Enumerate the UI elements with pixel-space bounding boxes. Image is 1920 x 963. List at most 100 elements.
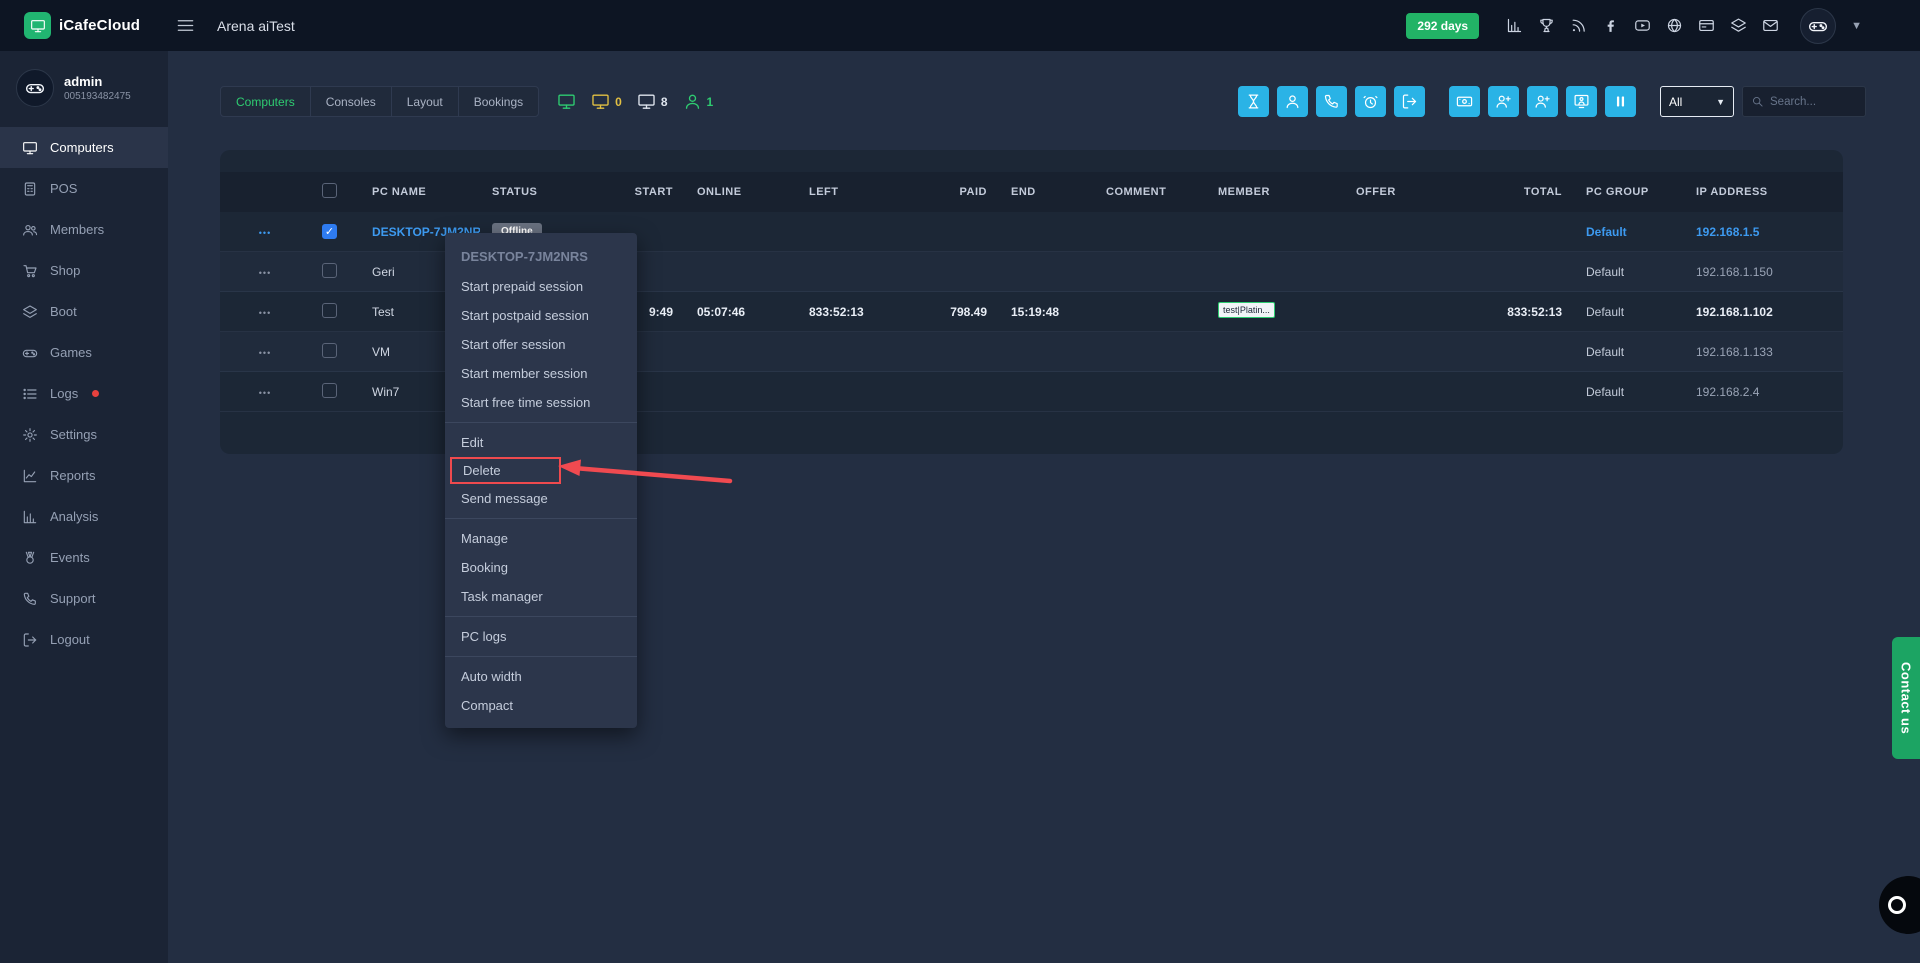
row-checkbox[interactable] [322,263,337,278]
user-session-button[interactable] [1277,86,1308,117]
context-menu-item-compact[interactable]: Compact [445,691,637,720]
search-box[interactable] [1742,86,1866,117]
cell-pc-group[interactable]: Default [1574,265,1684,279]
add-member-button[interactable] [1488,86,1519,117]
cell-ip: 192.168.1.133 [1684,345,1843,359]
row-menu-button[interactable]: ••• [259,308,271,318]
sidebar-user[interactable]: admin 005193482475 [0,51,168,127]
search-input[interactable] [1770,96,1857,108]
row-checkbox[interactable] [322,383,337,398]
sidebar-item-logout[interactable]: Logout [0,619,168,660]
trophy-icon[interactable] [1538,17,1555,34]
select-all-checkbox[interactable] [322,183,337,198]
topbar: iCafeCloud Arena aiTest 292 days ▼ [0,0,1920,51]
col-header-ip[interactable]: IP ADDRESS [1684,186,1843,198]
col-header-total[interactable]: TOTAL [1462,186,1574,198]
col-header-pc-group[interactable]: PC GROUP [1574,186,1684,198]
user-avatar[interactable] [1800,8,1836,44]
sidebar-item-label: Logs [50,386,78,401]
col-header-left[interactable]: LEFT [797,186,909,198]
col-header-online[interactable]: ONLINE [685,186,797,198]
sidebar-item-shop[interactable]: Shop [0,250,168,291]
context-menu-item-start-member[interactable]: Start member session [445,359,637,388]
status-counters: 0 8 1 [557,92,713,111]
cell-pc-group[interactable]: Default [1574,385,1684,399]
menu-toggle-button[interactable] [176,16,195,35]
gamepad-icon [22,345,38,361]
context-menu-item-task-manager[interactable]: Task manager [445,582,637,611]
col-header-pc-name[interactable]: PC NAME [360,186,480,198]
row-menu-button[interactable]: ••• [259,268,271,278]
cash-button[interactable] [1449,86,1480,117]
row-menu-button[interactable]: ••• [259,228,271,238]
context-menu-item-start-postpaid[interactable]: Start postpaid session [445,301,637,330]
tab-consoles[interactable]: Consoles [310,86,392,117]
hourglass-button[interactable] [1238,86,1269,117]
sidebar-item-events[interactable]: Events [0,537,168,578]
timer-button[interactable] [1355,86,1386,117]
sidebar-item-analysis[interactable]: Analysis [0,496,168,537]
col-header-start[interactable]: START [590,186,685,198]
member-screen-button[interactable] [1566,86,1597,117]
col-header-end[interactable]: END [999,186,1094,198]
context-menu-item-auto-width[interactable]: Auto width [445,662,637,691]
tab-layout[interactable]: Layout [391,86,459,117]
app-brand[interactable]: iCafeCloud [0,12,168,39]
sidebar-item-games[interactable]: Games [0,332,168,373]
card-icon[interactable] [1698,17,1715,34]
context-menu-item-manage[interactable]: Manage [445,524,637,553]
col-header-status[interactable]: STATUS [480,186,590,198]
phone-icon [22,591,38,607]
cell-online: 05:07:46 [685,305,797,319]
youtube-icon[interactable] [1634,17,1651,34]
contact-us-tab[interactable]: Contact us [1892,637,1920,759]
sidebar-item-members[interactable]: Members [0,209,168,250]
sidebar-item-settings[interactable]: Settings [0,414,168,455]
cell-pc-group[interactable]: Default [1574,345,1684,359]
mail-icon[interactable] [1762,17,1779,34]
context-menu-item-edit[interactable]: Edit [445,428,637,457]
gear-icon [22,427,38,443]
row-checkbox[interactable] [322,224,337,239]
context-menu-item-send-message[interactable]: Send message [445,484,637,513]
context-menu-item-start-offer[interactable]: Start offer session [445,330,637,359]
mobile-user-button[interactable] [1316,86,1347,117]
context-menu-item-pc-logs[interactable]: PC logs [445,622,637,651]
sidebar-item-computers[interactable]: Computers [0,127,168,168]
sidebar-item-pos[interactable]: POS [0,168,168,209]
group-filter-select[interactable]: All ▼ [1660,86,1734,117]
col-header-member[interactable]: MEMBER [1206,186,1344,198]
context-menu-item-booking[interactable]: Booking [445,553,637,582]
tab-computers[interactable]: Computers [220,86,311,117]
sidebar-item-logs[interactable]: Logs [0,373,168,414]
sidebar-item-boot[interactable]: Boot [0,291,168,332]
globe-icon[interactable] [1666,17,1683,34]
context-menu-item-delete[interactable]: Delete [450,457,561,484]
sidebar-item-support[interactable]: Support [0,578,168,619]
row-checkbox[interactable] [322,343,337,358]
row-menu-button[interactable]: ••• [259,348,271,358]
col-header-offer[interactable]: OFFER [1344,186,1462,198]
cell-pc-group[interactable]: Default [1574,225,1684,239]
context-menu-item-start-free-time[interactable]: Start free time session [445,388,637,417]
add-guest-button[interactable] [1527,86,1558,117]
checkout-button[interactable] [1394,86,1425,117]
stats-icon[interactable] [1506,17,1523,34]
col-header-comment[interactable]: COMMENT [1094,186,1206,198]
license-days-badge[interactable]: 292 days [1406,13,1479,39]
layers-icon[interactable] [1730,17,1747,34]
row-menu-button[interactable]: ••• [259,388,271,398]
sidebar-item-reports[interactable]: Reports [0,455,168,496]
facebook-icon[interactable] [1602,17,1619,34]
rss-icon[interactable] [1570,17,1587,34]
cell-ip[interactable]: 192.168.1.5 [1684,225,1843,239]
pause-button[interactable] [1605,86,1636,117]
member-badge[interactable]: test|Platin... [1218,302,1275,318]
cell-pc-group[interactable]: Default [1574,305,1684,319]
chevron-down-icon[interactable]: ▼ [1851,20,1862,32]
col-header-paid[interactable]: PAID [909,186,999,198]
context-menu-title: DESKTOP-7JM2NRS [445,237,637,272]
row-checkbox[interactable] [322,303,337,318]
tab-bookings[interactable]: Bookings [458,86,539,117]
context-menu-item-start-prepaid[interactable]: Start prepaid session [445,272,637,301]
